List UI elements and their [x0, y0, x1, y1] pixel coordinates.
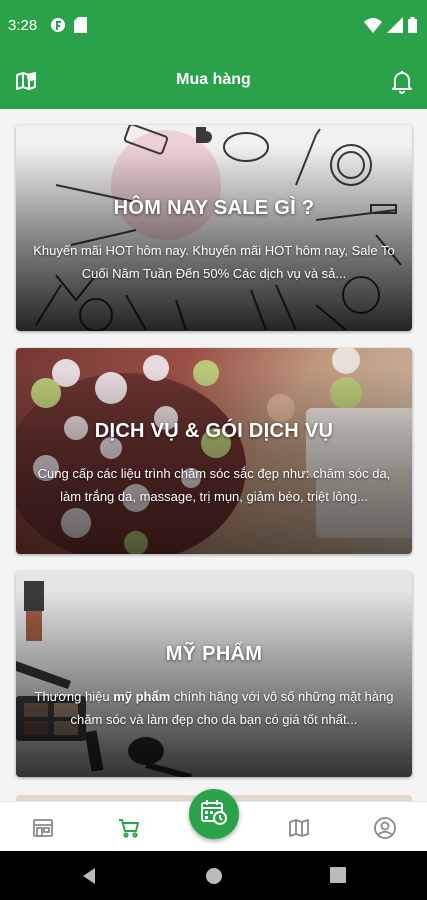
battery-icon	[408, 17, 417, 38]
card-title: MỸ PHẨM	[165, 643, 263, 665]
calendar-fab-button[interactable]	[189, 789, 239, 839]
page-title: Mua hàng	[176, 71, 251, 88]
recents-icon[interactable]	[330, 867, 346, 888]
card-services[interactable]: DỊCH VỤ & GÓI DỊCH VỤ Cung cấp các liệu …	[16, 348, 412, 554]
calendar-clock-icon	[199, 797, 229, 832]
card-description: Cung cấp các liệu trình chăm sóc sắc đẹp…	[37, 466, 391, 504]
system-nav-bar	[0, 851, 427, 900]
map-icon[interactable]	[287, 816, 311, 840]
cart-icon[interactable]	[117, 816, 141, 840]
cell-signal-icon	[387, 17, 403, 38]
status-bar: 3:28	[0, 0, 427, 52]
card-sale-today[interactable]: HÔM NAY SALE GÌ ? Khuyến mãi HOT hôm nay…	[16, 125, 412, 331]
card-title: HÔM NAY SALE GÌ ?	[113, 197, 315, 219]
card-title: DỊCH VỤ & GÓI DỊCH VỤ	[94, 420, 334, 442]
card-description: Thương hiệu mỹ phẩm chính hãng với vô số…	[34, 689, 394, 727]
account-icon[interactable]	[373, 816, 397, 840]
sd-card-icon	[74, 17, 87, 38]
bell-icon[interactable]	[389, 68, 415, 94]
notification-app-icon	[50, 17, 66, 38]
card-cosmetics[interactable]: MỸ PHẨM Thương hiệu mỹ phẩm chính hãng v…	[16, 571, 412, 777]
status-time: 3:28	[8, 17, 38, 34]
back-icon[interactable]	[80, 867, 98, 890]
home-icon[interactable]	[205, 867, 223, 890]
wifi-icon	[364, 17, 382, 38]
store-icon[interactable]	[31, 816, 55, 840]
app-bar: Mua hàng	[0, 52, 427, 109]
main-content: HÔM NAY SALE GÌ ? Khuyến mãi HOT hôm nay…	[0, 109, 427, 801]
card-description: Khuyến mãi HOT hôm nay. Khuyến mãi HOT h…	[33, 243, 395, 281]
